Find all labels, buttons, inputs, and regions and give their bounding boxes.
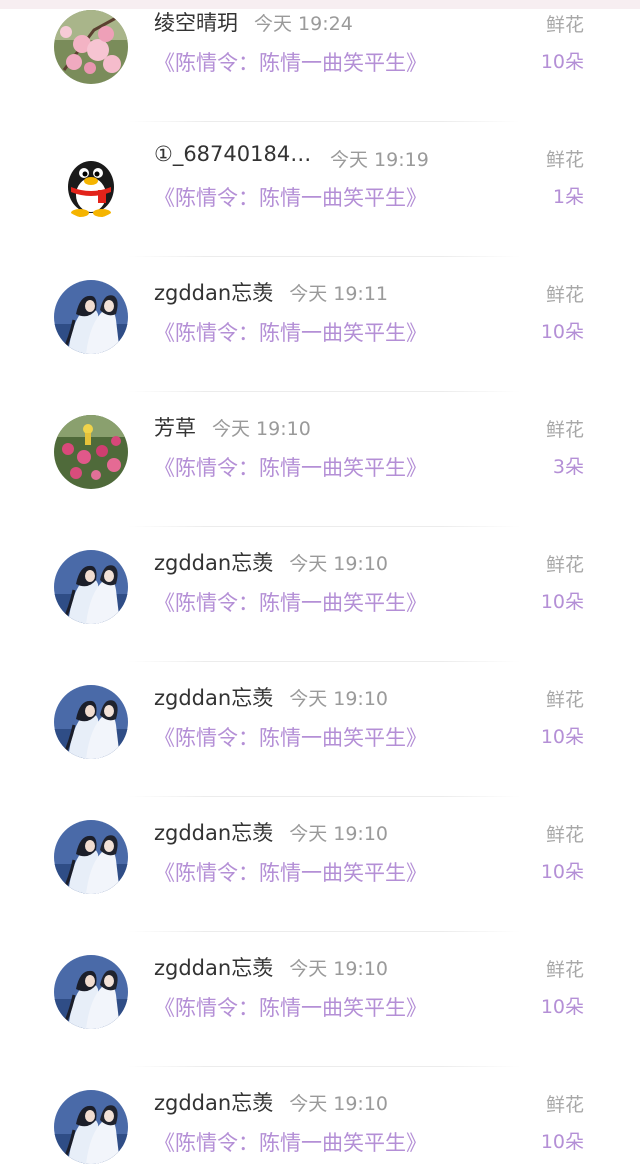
gift-count: 10朵 bbox=[540, 996, 584, 1018]
timestamp: 今天 19:10 bbox=[289, 1093, 388, 1115]
book-title-link[interactable]: 《陈情令：陈情一曲笑平生》 bbox=[154, 1127, 427, 1157]
gift-type-label: 鲜花 bbox=[545, 149, 584, 171]
record-header: zgddan忘羡 今天 19:10 bbox=[154, 952, 388, 984]
gift-record-list: 绫空晴玥 今天 19:24 《陈情令：陈情一曲笑平生》 鲜花 10朵 ①_68740184… bbox=[0, 0, 640, 1165]
gift-count: 10朵 bbox=[540, 321, 584, 343]
rose-bush-avatar[interactable] bbox=[54, 415, 128, 489]
book-title-link[interactable]: 《陈情令：陈情一曲笑平生》 bbox=[154, 317, 427, 347]
gift-count: 10朵 bbox=[540, 51, 584, 73]
gift-type-label: 鲜花 bbox=[545, 959, 584, 981]
anime-duo-avatar[interactable] bbox=[54, 685, 128, 759]
anime-duo-avatar[interactable] bbox=[54, 820, 128, 894]
book-title-link[interactable]: 《陈情令：陈情一曲笑平生》 bbox=[154, 182, 427, 212]
book-title-link[interactable]: 《陈情令：陈情一曲笑平生》 bbox=[154, 992, 427, 1022]
timestamp: 今天 19:24 bbox=[254, 13, 353, 35]
nickname[interactable]: zgddan忘羡 bbox=[154, 817, 273, 847]
nickname[interactable]: zgddan忘羡 bbox=[154, 277, 273, 307]
record-header: zgddan忘羡 今天 19:10 bbox=[154, 1087, 388, 1119]
gift-type-label: 鲜花 bbox=[545, 14, 584, 36]
gift-count: 10朵 bbox=[540, 726, 584, 748]
timestamp: 今天 19:10 bbox=[289, 958, 388, 980]
gift-record-row[interactable]: zgddan忘羡 今天 19:10 《陈情令：陈情一曲笑平生》 鲜花 10朵 bbox=[0, 932, 640, 1067]
timestamp: 今天 19:10 bbox=[289, 688, 388, 710]
gift-count: 10朵 bbox=[540, 1131, 584, 1153]
nickname[interactable]: zgddan忘羡 bbox=[154, 1087, 273, 1117]
gift-count: 3朵 bbox=[552, 456, 584, 478]
record-header: ①_687401843... 今天 19:19 bbox=[154, 142, 429, 174]
nickname[interactable]: ①_687401843... bbox=[154, 142, 314, 166]
gift-record-row[interactable]: zgddan忘羡 今天 19:10 《陈情令：陈情一曲笑平生》 鲜花 10朵 bbox=[0, 1067, 640, 1165]
book-title-link[interactable]: 《陈情令：陈情一曲笑平生》 bbox=[154, 722, 427, 752]
timestamp: 今天 19:19 bbox=[330, 149, 429, 171]
nickname[interactable]: zgddan忘羡 bbox=[154, 547, 273, 577]
gift-type-label: 鲜花 bbox=[545, 824, 584, 846]
timestamp: 今天 19:10 bbox=[289, 553, 388, 575]
gift-type-label: 鲜花 bbox=[545, 419, 584, 441]
anime-duo-avatar[interactable] bbox=[54, 280, 128, 354]
gift-type-label: 鲜花 bbox=[545, 689, 584, 711]
book-title-link[interactable]: 《陈情令：陈情一曲笑平生》 bbox=[154, 452, 427, 482]
anime-duo-avatar[interactable] bbox=[54, 550, 128, 624]
anime-duo-avatar[interactable] bbox=[54, 955, 128, 1029]
record-header: 芳草 今天 19:10 bbox=[154, 412, 311, 444]
gift-record-row[interactable]: zgddan忘羡 今天 19:10 《陈情令：陈情一曲笑平生》 鲜花 10朵 bbox=[0, 662, 640, 797]
book-title-link[interactable]: 《陈情令：陈情一曲笑平生》 bbox=[154, 857, 427, 887]
gift-type-label: 鲜花 bbox=[545, 1094, 584, 1116]
nickname[interactable]: zgddan忘羡 bbox=[154, 952, 273, 982]
record-header: zgddan忘羡 今天 19:10 bbox=[154, 817, 388, 849]
qq-penguin-avatar[interactable] bbox=[54, 145, 128, 219]
gift-record-row[interactable]: 芳草 今天 19:10 《陈情令：陈情一曲笑平生》 鲜花 3朵 bbox=[0, 392, 640, 527]
timestamp: 今天 19:10 bbox=[289, 823, 388, 845]
record-header: 绫空晴玥 今天 19:24 bbox=[154, 7, 353, 39]
nickname[interactable]: 芳草 bbox=[154, 412, 196, 442]
book-title-link[interactable]: 《陈情令：陈情一曲笑平生》 bbox=[154, 47, 427, 77]
record-header: zgddan忘羡 今天 19:10 bbox=[154, 547, 388, 579]
book-title-link[interactable]: 《陈情令：陈情一曲笑平生》 bbox=[154, 587, 427, 617]
nickname[interactable]: 绫空晴玥 bbox=[154, 7, 238, 37]
gift-record-row[interactable]: zgddan忘羡 今天 19:11 《陈情令：陈情一曲笑平生》 鲜花 10朵 bbox=[0, 257, 640, 392]
gift-record-row[interactable]: zgddan忘羡 今天 19:10 《陈情令：陈情一曲笑平生》 鲜花 10朵 bbox=[0, 797, 640, 932]
gift-records-page: 绫空晴玥 今天 19:24 《陈情令：陈情一曲笑平生》 鲜花 10朵 ①_68740184… bbox=[0, 0, 640, 1165]
gift-count: 1朵 bbox=[552, 186, 584, 208]
timestamp: 今天 19:10 bbox=[212, 418, 311, 440]
gift-record-row[interactable]: zgddan忘羡 今天 19:10 《陈情令：陈情一曲笑平生》 鲜花 10朵 bbox=[0, 527, 640, 662]
timestamp: 今天 19:11 bbox=[289, 283, 388, 305]
record-header: zgddan忘羡 今天 19:11 bbox=[154, 277, 388, 309]
anime-duo-avatar[interactable] bbox=[54, 1090, 128, 1164]
gift-type-label: 鲜花 bbox=[545, 284, 584, 306]
gift-record-row[interactable]: ①_687401843... 今天 19:19 《陈情令：陈情一曲笑平生》 鲜花 1朵 bbox=[0, 122, 640, 257]
nickname[interactable]: zgddan忘羡 bbox=[154, 682, 273, 712]
gift-type-label: 鲜花 bbox=[545, 554, 584, 576]
gift-count: 10朵 bbox=[540, 861, 584, 883]
gift-record-row[interactable]: 绫空晴玥 今天 19:24 《陈情令：陈情一曲笑平生》 鲜花 10朵 bbox=[0, 0, 640, 122]
pink-blossom-avatar[interactable] bbox=[54, 10, 128, 84]
gift-count: 10朵 bbox=[540, 591, 584, 613]
record-header: zgddan忘羡 今天 19:10 bbox=[154, 682, 388, 714]
